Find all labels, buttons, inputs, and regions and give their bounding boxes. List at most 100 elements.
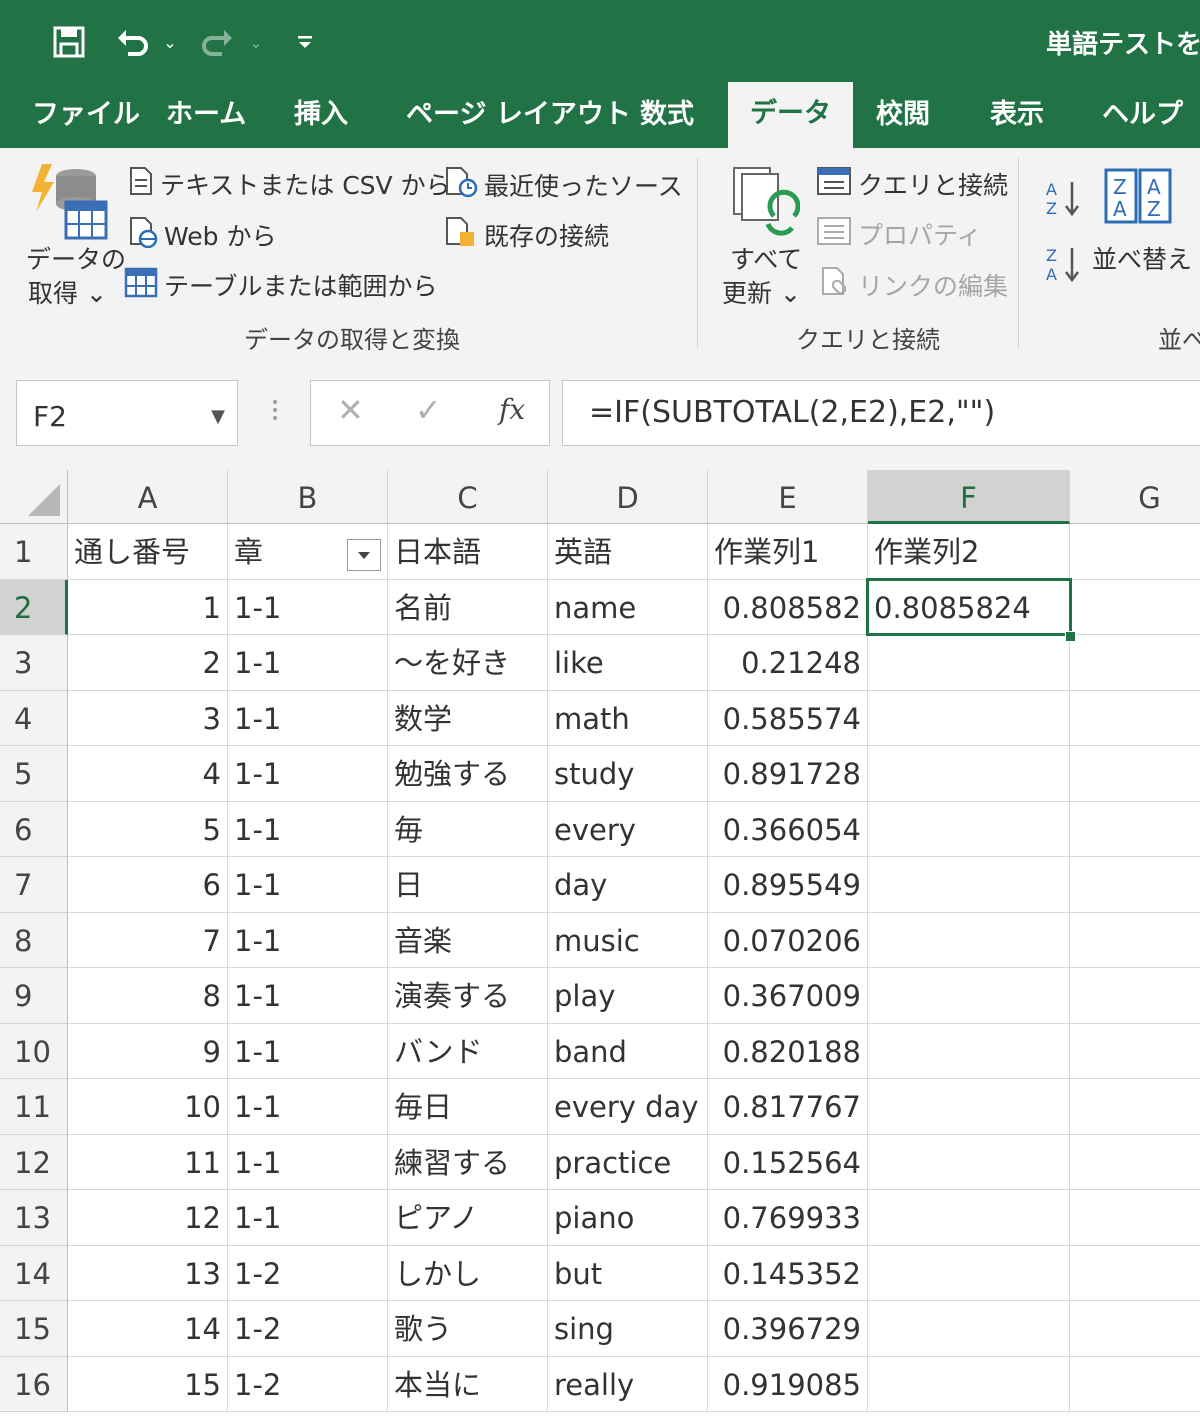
- cell-e[interactable]: 0.21248: [708, 635, 868, 691]
- cell-a[interactable]: 9: [68, 1023, 228, 1079]
- cell-c[interactable]: 名前: [388, 579, 548, 635]
- cell-e[interactable]: 0.820188: [708, 1023, 868, 1079]
- row-header[interactable]: 7: [0, 857, 68, 913]
- cell-c[interactable]: 本当に: [388, 1356, 548, 1412]
- column-header-a[interactable]: A: [68, 470, 228, 524]
- cell-e[interactable]: 0.817767: [708, 1079, 868, 1135]
- cell-e[interactable]: 0.367009: [708, 968, 868, 1024]
- cell-d[interactable]: sing: [548, 1301, 708, 1357]
- cell-a[interactable]: 1: [68, 579, 228, 635]
- row-header[interactable]: 11: [0, 1079, 68, 1135]
- cell-c[interactable]: 練習する: [388, 1134, 548, 1190]
- cell-a[interactable]: 12: [68, 1190, 228, 1246]
- row-header[interactable]: 13: [0, 1190, 68, 1246]
- cell-f[interactable]: 0.8085824: [868, 579, 1070, 635]
- cell-f[interactable]: [868, 1301, 1070, 1357]
- get-data-label-2[interactable]: 取得 ⌄: [28, 274, 107, 310]
- name-box-dropdown-icon[interactable]: ▼: [211, 381, 225, 453]
- cell-g[interactable]: [1070, 968, 1200, 1024]
- cell-b[interactable]: 1-1: [228, 579, 388, 635]
- sort-z-to-a-icon[interactable]: ZA: [1044, 244, 1084, 288]
- tab-page-layout[interactable]: ページ レイアウト: [406, 85, 631, 148]
- cell-b[interactable]: 1-2: [228, 1356, 388, 1412]
- refresh-all-label-1[interactable]: すべて: [730, 240, 802, 276]
- tab-file[interactable]: ファイル: [32, 85, 140, 148]
- tab-help[interactable]: ヘルプ: [1102, 85, 1183, 148]
- insert-function-icon[interactable]: fx: [499, 393, 525, 426]
- redo-dropdown-icon[interactable]: ⌄: [244, 18, 268, 66]
- cell-f[interactable]: [868, 1023, 1070, 1079]
- cell-d[interactable]: piano: [548, 1190, 708, 1246]
- cell-g[interactable]: [1070, 1135, 1200, 1190]
- header-cell[interactable]: 作業列1: [708, 524, 868, 580]
- cell-f[interactable]: [868, 746, 1070, 802]
- cell-b[interactable]: 1-1: [228, 1190, 388, 1246]
- cell-c[interactable]: バンド: [388, 1023, 548, 1079]
- cell-f[interactable]: [868, 635, 1070, 691]
- get-data-label-1[interactable]: データの: [26, 240, 126, 276]
- cell-a[interactable]: 3: [68, 690, 228, 746]
- cell-d[interactable]: music: [548, 912, 708, 968]
- cell-e[interactable]: 0.919085: [708, 1356, 868, 1412]
- cell-c[interactable]: 毎: [388, 801, 548, 857]
- cell-e[interactable]: 0.895549: [708, 857, 868, 913]
- cell-e[interactable]: 0.769933: [708, 1190, 868, 1246]
- cell-d[interactable]: play: [548, 968, 708, 1024]
- cell-f[interactable]: [868, 912, 1070, 968]
- existing-connections-button[interactable]: 既存の接続: [444, 216, 609, 254]
- cell-g[interactable]: [1070, 857, 1200, 913]
- cell-d[interactable]: day: [548, 857, 708, 913]
- row-header[interactable]: 9: [0, 968, 68, 1024]
- cell-a[interactable]: 4: [68, 746, 228, 802]
- cell-a[interactable]: 7: [68, 912, 228, 968]
- sort-a-to-z-icon[interactable]: AZ: [1044, 178, 1084, 222]
- cell-a[interactable]: 2: [68, 635, 228, 691]
- cell-b[interactable]: 1-1: [228, 746, 388, 802]
- cell-a[interactable]: 11: [68, 1134, 228, 1190]
- cell-g[interactable]: [1070, 691, 1200, 746]
- cell-g[interactable]: [1070, 1301, 1200, 1357]
- cell-g[interactable]: [1070, 746, 1200, 802]
- row-header[interactable]: 10: [0, 1023, 68, 1079]
- cell-d[interactable]: like: [548, 635, 708, 691]
- header-cell[interactable]: 日本語: [388, 524, 548, 580]
- row-header[interactable]: 5: [0, 746, 68, 802]
- cell-g[interactable]: [1070, 1357, 1200, 1412]
- enter-icon[interactable]: ✓: [415, 391, 442, 429]
- cell-d[interactable]: band: [548, 1023, 708, 1079]
- header-cell-chapter[interactable]: 章: [228, 524, 388, 580]
- cell-g[interactable]: [1070, 1190, 1200, 1246]
- cell-b[interactable]: 1-1: [228, 857, 388, 913]
- column-header-f[interactable]: F: [868, 470, 1070, 524]
- row-header[interactable]: 15: [0, 1301, 68, 1357]
- name-box[interactable]: F2 ▼: [16, 380, 238, 446]
- row-header[interactable]: 16: [0, 1356, 68, 1412]
- cell-c[interactable]: 毎日: [388, 1079, 548, 1135]
- cell-d[interactable]: study: [548, 746, 708, 802]
- from-text-csv-button[interactable]: テキストまたは CSV から: [128, 166, 451, 202]
- tab-view[interactable]: 表示: [990, 85, 1044, 148]
- cell-d[interactable]: name: [548, 579, 708, 635]
- cell-b[interactable]: 1-1: [228, 1134, 388, 1190]
- cell-b[interactable]: 1-1: [228, 1023, 388, 1079]
- refresh-all-label-2[interactable]: 更新 ⌄: [722, 274, 801, 310]
- cell-d[interactable]: every: [548, 801, 708, 857]
- cell-a[interactable]: 10: [68, 1079, 228, 1135]
- cell-e[interactable]: 0.145352: [708, 1245, 868, 1301]
- cell-c[interactable]: 歌う: [388, 1301, 548, 1357]
- cell-g[interactable]: [1070, 580, 1200, 635]
- column-header-e[interactable]: E: [708, 470, 868, 524]
- cell-a[interactable]: 5: [68, 801, 228, 857]
- row-header[interactable]: 1: [0, 524, 68, 580]
- customize-qat-icon[interactable]: [290, 18, 320, 66]
- tab-home[interactable]: ホーム: [166, 85, 246, 148]
- refresh-all-icon[interactable]: [730, 164, 801, 238]
- tab-formulas[interactable]: 数式: [640, 85, 694, 148]
- cell-e[interactable]: 0.396729: [708, 1301, 868, 1357]
- cell-g[interactable]: [1070, 1024, 1200, 1079]
- cell-d[interactable]: but: [548, 1245, 708, 1301]
- cell-b[interactable]: 1-2: [228, 1301, 388, 1357]
- cell-d[interactable]: really: [548, 1356, 708, 1412]
- cell-g[interactable]: [1070, 913, 1200, 968]
- cell-f[interactable]: [868, 1356, 1070, 1412]
